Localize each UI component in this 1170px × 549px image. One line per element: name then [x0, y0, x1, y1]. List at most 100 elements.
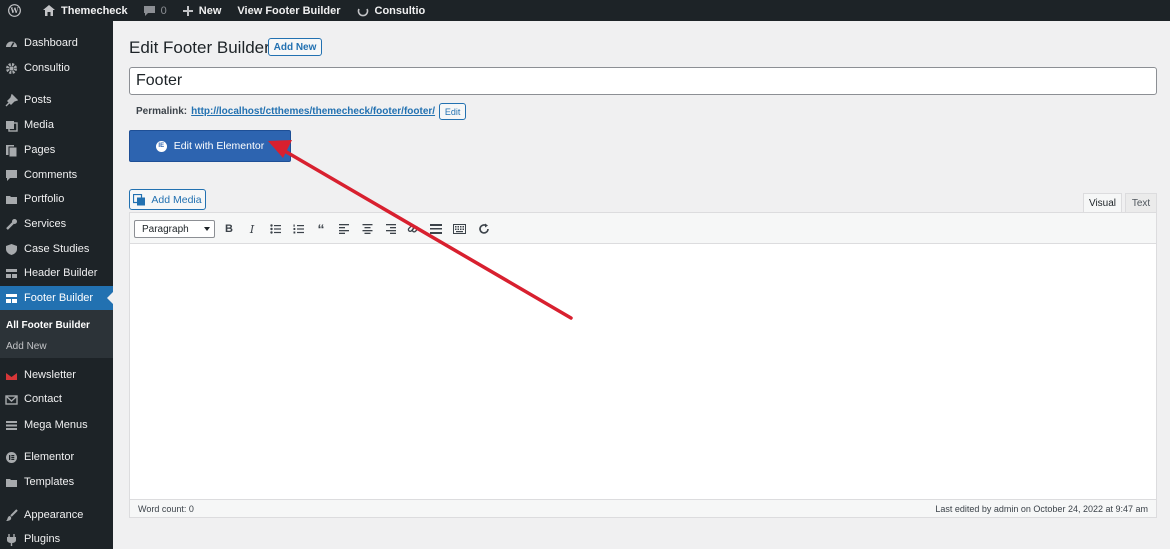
submenu-item-add-new[interactable]: Add New — [6, 341, 47, 352]
add-media-button[interactable]: Add Media — [129, 189, 206, 210]
wordpress-logo[interactable]: W — [0, 0, 35, 21]
permalink-edit-button[interactable]: Edit — [439, 103, 467, 120]
brush-icon — [4, 508, 18, 522]
sidebar-item-label: Plugins — [24, 533, 61, 545]
footer-builder-submenu: All Footer Builder Add New — [0, 310, 113, 358]
sidebar-item-label: Portfolio — [24, 193, 65, 205]
gear-icon — [4, 61, 18, 75]
sidebar-item-label: Dashboard — [24, 37, 78, 49]
shield-icon — [4, 242, 18, 256]
site-name: Themecheck — [61, 4, 128, 17]
view-label: View Footer Builder — [237, 4, 341, 17]
italic-icon[interactable]: I — [244, 221, 260, 237]
elementor-logo-icon: IE — [155, 140, 167, 152]
align-left-icon[interactable] — [336, 221, 352, 237]
wordpress-icon: W — [8, 4, 21, 17]
view-footer-builder-link[interactable]: View Footer Builder — [229, 0, 348, 21]
layout-icon — [4, 266, 18, 280]
sidebar-item-label: Posts — [24, 94, 52, 106]
pin-icon — [4, 93, 18, 107]
add-media-label: Add Media — [151, 193, 202, 206]
bold-icon[interactable]: B — [221, 221, 237, 237]
blockquote-icon[interactable]: “ — [313, 221, 329, 237]
svg-text:W: W — [9, 6, 19, 15]
sidebar-item-label: Newsletter — [24, 369, 76, 381]
permalink-row: Permalink: http://localhost/ctthemes/the… — [136, 103, 467, 120]
tab-visual[interactable]: Visual — [1083, 193, 1122, 213]
plugin-icon — [4, 532, 18, 546]
align-right-icon[interactable] — [382, 221, 398, 237]
sidebar-item-elementor[interactable]: Elementor — [0, 445, 113, 469]
comment-bubble-icon — [143, 5, 155, 16]
sidebar-item-label: Pages — [24, 144, 56, 156]
edit-with-elementor-button[interactable]: IE Edit with Elementor — [129, 130, 291, 162]
sidebar-item-label: Media — [24, 119, 54, 131]
sidebar-item-comments[interactable]: Comments — [0, 163, 113, 187]
sidebar-item-appearance[interactable]: Appearance — [0, 503, 113, 527]
sidebar-item-case-studies[interactable]: Case Studies — [0, 237, 113, 261]
new-label: New — [198, 4, 222, 17]
sidebar-item-label: Contact — [24, 393, 62, 405]
refresh-icon[interactable] — [476, 221, 492, 237]
media-icon — [4, 118, 18, 132]
sidebar-item-consultio[interactable]: Consultio — [0, 56, 113, 80]
add-media-icon — [133, 193, 146, 205]
post-title-input[interactable]: Footer — [129, 67, 1157, 95]
page-title: Edit Footer Builder — [129, 38, 270, 57]
sidebar-item-media[interactable]: Media — [0, 113, 113, 137]
submenu-item-all-footer-builder[interactable]: All Footer Builder — [6, 320, 90, 331]
sidebar-item-plugins[interactable]: Plugins — [0, 527, 113, 549]
comments-link[interactable]: 0 — [136, 0, 175, 21]
word-count: Word count: 0 — [138, 503, 194, 514]
mail-icon — [4, 392, 18, 406]
chevron-down-icon — [204, 227, 210, 231]
bullet-list-icon[interactable] — [267, 221, 283, 237]
admin-sidebar: Dashboard Consultio Posts Media Pages Co… — [0, 21, 113, 549]
sidebar-item-services[interactable]: Services — [0, 212, 113, 236]
sidebar-item-pages[interactable]: Pages — [0, 138, 113, 162]
site-name-link[interactable]: Themecheck — [35, 0, 136, 21]
pages-icon — [4, 143, 18, 157]
content-editor: Paragraph B I “ Word count: 0 Last edite… — [129, 212, 1157, 518]
numbered-list-icon[interactable] — [290, 221, 306, 237]
sidebar-item-label: Elementor — [24, 451, 75, 463]
editor-content-area[interactable] — [130, 244, 1156, 500]
sidebar-item-label: Consultio — [24, 62, 70, 74]
sidebar-item-dashboard[interactable]: Dashboard — [0, 31, 113, 55]
format-select-value: Paragraph — [142, 223, 189, 235]
permalink-link[interactable]: http://localhost/ctthemes/themecheck/foo… — [191, 106, 435, 117]
add-new-button[interactable]: Add New — [268, 38, 322, 56]
theme-link[interactable]: Consultio — [349, 0, 434, 21]
newsletter-icon — [4, 368, 18, 382]
comment-icon — [4, 168, 18, 182]
sidebar-item-footer-builder[interactable]: Footer Builder — [0, 286, 113, 310]
last-edited: Last edited by admin on October 24, 2022… — [935, 503, 1148, 514]
keyboard-icon[interactable] — [451, 221, 467, 237]
new-content-link[interactable]: New — [175, 0, 230, 21]
editor-status-bar: Word count: 0 Last edited by admin on Oc… — [130, 499, 1156, 517]
menu-icon — [4, 418, 18, 432]
sidebar-item-portfolio[interactable]: Portfolio — [0, 187, 113, 211]
edit-with-elementor-label: Edit with Elementor — [173, 140, 265, 152]
dashboard-icon — [4, 36, 18, 50]
sidebar-item-newsletter[interactable]: Newsletter — [0, 363, 113, 387]
sidebar-item-header-builder[interactable]: Header Builder — [0, 261, 113, 285]
elementor-icon — [4, 450, 18, 464]
sidebar-item-mega-menus[interactable]: Mega Menus — [0, 413, 113, 437]
folder-icon — [4, 475, 18, 489]
format-select[interactable]: Paragraph — [134, 220, 215, 238]
plus-icon — [182, 5, 193, 16]
sidebar-item-label: Appearance — [24, 509, 84, 521]
link-icon[interactable] — [405, 221, 421, 237]
tab-text[interactable]: Text — [1125, 193, 1157, 213]
sidebar-item-posts[interactable]: Posts — [0, 88, 113, 112]
home-icon — [43, 5, 55, 16]
read-more-icon[interactable] — [428, 221, 444, 237]
spinner-icon — [357, 8, 368, 16]
align-center-icon[interactable] — [359, 221, 375, 237]
permalink-label: Permalink: — [136, 106, 188, 117]
sidebar-item-templates[interactable]: Templates — [0, 470, 113, 494]
sidebar-item-label: Footer Builder — [24, 292, 94, 304]
editor-toolbar: Paragraph B I “ — [130, 213, 1156, 244]
sidebar-item-contact[interactable]: Contact — [0, 387, 113, 411]
